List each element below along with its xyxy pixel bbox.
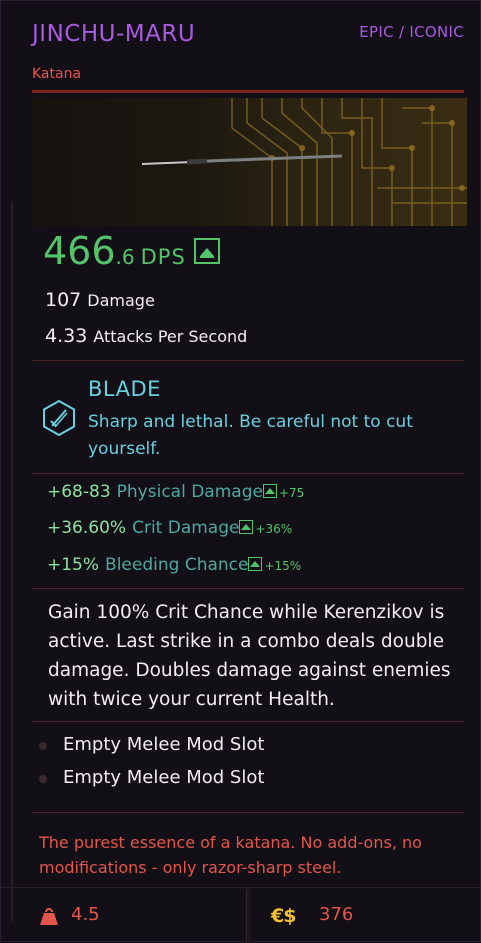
divider — [32, 473, 464, 474]
damage-stat: 107 Damage — [45, 289, 155, 311]
weight-value: 4.5 — [71, 904, 100, 925]
dps-decimal: .6 — [115, 245, 135, 269]
price-value: 376 — [319, 904, 354, 925]
blade-description: Sharp and lethal. Be careful not to cut … — [88, 412, 413, 459]
dps-unit: DPS — [140, 245, 186, 269]
weight-icon — [39, 906, 59, 930]
footer-separator — [246, 889, 250, 943]
mod-increase: +36% — [255, 522, 293, 536]
iconic-effect-text: Gain 100% Crit Chance while Kerenzikov i… — [48, 602, 451, 710]
mod-value: +68-83 — [47, 482, 111, 502]
mod-physical-damage: +68-83 Physical Damage +75 — [47, 482, 304, 502]
arrow-up-icon — [262, 484, 277, 498]
blade-title: BLADE — [88, 377, 161, 401]
item-rarity: EPIC / ICONIC — [359, 23, 464, 41]
footer-divider — [1, 887, 480, 888]
dps-integer: 466 — [43, 229, 116, 273]
eddies-icon: €$ — [271, 905, 296, 927]
mod-slot[interactable]: Empty Melee Mod Slot — [63, 734, 264, 755]
dps-readout: 466.6 DPS — [43, 229, 186, 273]
divider — [32, 360, 464, 361]
flavor-text: The purest essence of a katana. No add-o… — [39, 833, 422, 877]
item-type: Katana — [32, 66, 82, 82]
damage-label: Damage — [87, 291, 155, 310]
damage-value: 107 — [45, 289, 82, 311]
item-tooltip: JINCHU-MARU EPIC / ICONIC Katana 466.6 D… — [0, 0, 481, 943]
empty-slot-icon — [39, 742, 47, 750]
mod-name: Physical Damage — [116, 482, 263, 502]
header-divider — [32, 90, 464, 93]
arrow-up-icon — [248, 557, 263, 571]
side-accent — [11, 201, 13, 921]
divider — [32, 721, 464, 722]
arrow-up-icon — [194, 238, 220, 264]
arrow-up-icon — [239, 520, 254, 534]
aps-value: 4.33 — [45, 325, 88, 347]
mod-bleeding-chance: +15% Bleeding Chance +15% — [47, 555, 301, 575]
mod-name: Crit Damage — [132, 518, 240, 538]
divider — [32, 588, 464, 589]
aps-label: Attacks Per Second — [93, 327, 248, 346]
mod-increase: +15% — [264, 559, 302, 573]
mod-value: +36.60% — [47, 518, 127, 538]
attack-speed-stat: 4.33 Attacks Per Second — [45, 325, 247, 347]
mod-value: +15% — [47, 555, 100, 575]
mod-name: Bleeding Chance — [105, 555, 249, 575]
weapon-image — [32, 98, 467, 226]
divider — [32, 812, 464, 813]
mod-increase: +75 — [278, 486, 305, 500]
mod-crit-damage: +36.60% Crit Damage +36% — [47, 518, 292, 538]
item-name: JINCHU-MARU — [32, 21, 196, 47]
empty-slot-icon — [39, 775, 47, 783]
mod-slot[interactable]: Empty Melee Mod Slot — [63, 767, 264, 788]
blade-icon — [42, 399, 76, 440]
